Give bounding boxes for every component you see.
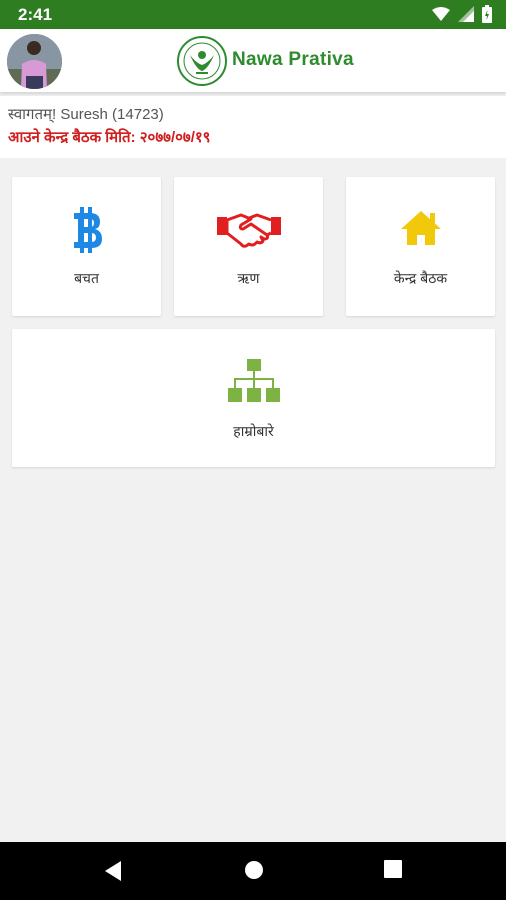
avatar[interactable] xyxy=(7,34,62,89)
handshake-icon xyxy=(216,213,281,248)
status-icons xyxy=(432,5,492,23)
wifi-icon xyxy=(432,6,450,21)
center-meeting-label: केन्द्र बैठक xyxy=(393,270,448,286)
bitcoin-icon xyxy=(73,207,102,253)
welcome-text: स्वागतम्! Suresh (14723) xyxy=(8,106,164,123)
about-us-tile[interactable]: हाम्रोबारे xyxy=(12,329,495,467)
org-chart-icon xyxy=(227,359,280,402)
battery-icon xyxy=(482,5,492,23)
status-time: 2:41 xyxy=(18,5,53,24)
home-circle-icon[interactable] xyxy=(244,860,264,880)
status-bar: 2:41 xyxy=(0,0,506,29)
app-header: Nawa Prativa xyxy=(0,29,506,92)
next-meeting-date: आउने केन्द्र बैठक मिति: २०७७/०७/१९ xyxy=(8,129,211,146)
loan-label: ऋण xyxy=(237,270,260,286)
back-icon[interactable] xyxy=(103,860,123,882)
savings-label: बचत xyxy=(74,270,99,286)
recents-icon[interactable] xyxy=(384,860,402,878)
app-brand-title: Nawa Prativa xyxy=(232,49,354,70)
welcome-panel: स्वागतम्! Suresh (14723) आउने केन्द्र बै… xyxy=(0,96,506,158)
loan-tile[interactable]: ऋण xyxy=(174,177,323,316)
savings-tile[interactable]: बचत xyxy=(12,177,161,316)
home-icon xyxy=(400,211,441,245)
center-meeting-tile[interactable]: केन्द्र बैठक xyxy=(346,177,495,316)
about-us-label: हाम्रोबारे xyxy=(233,423,274,439)
signal-icon xyxy=(458,6,474,22)
nawa-prativa-logo xyxy=(176,35,228,87)
system-nav-bar xyxy=(0,842,506,900)
